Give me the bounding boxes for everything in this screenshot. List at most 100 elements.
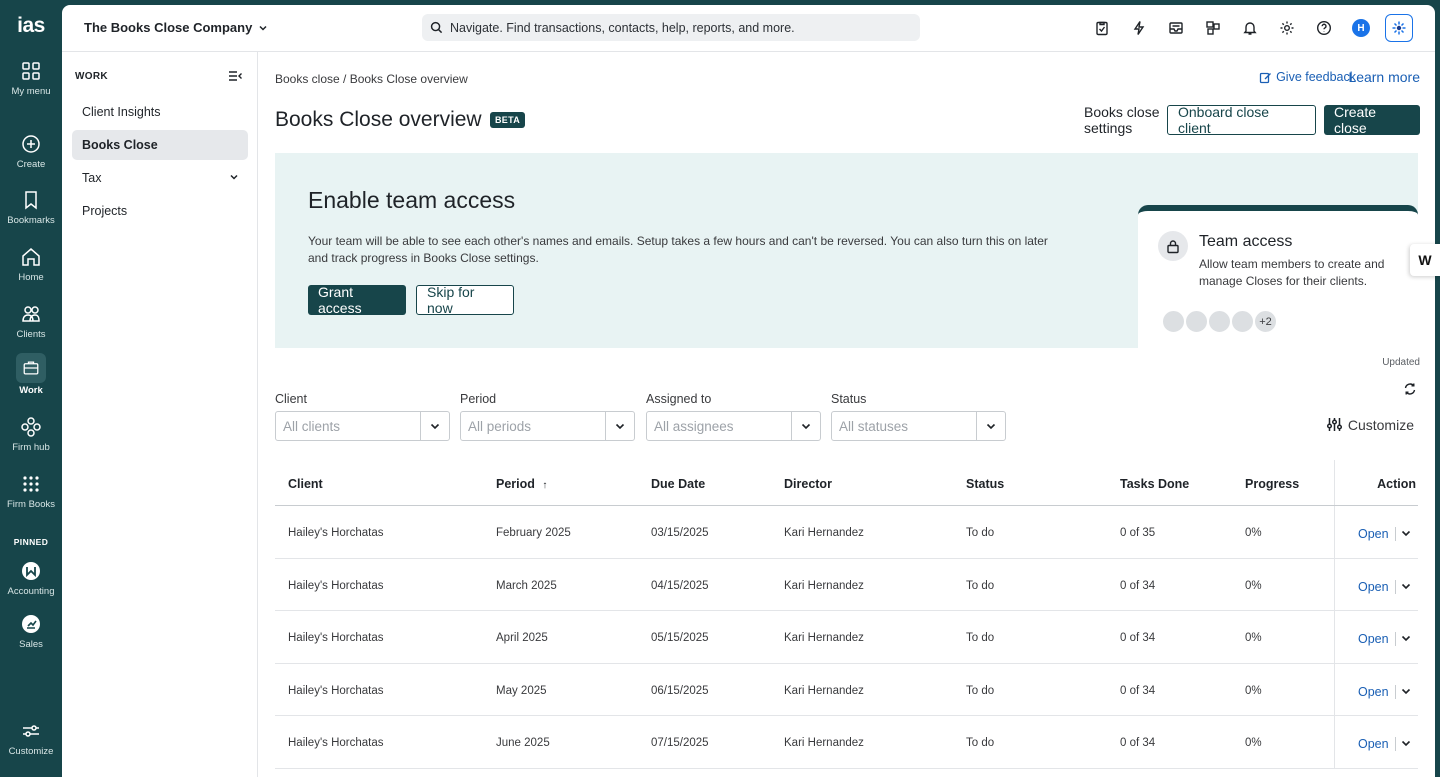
collapse-nav-button[interactable] <box>228 69 243 88</box>
table-row[interactable]: Hailey's Horchatas May 2025 06/15/2025 Kari… <box>275 663 1418 716</box>
rail-item-my-menu[interactable]: My menu <box>0 58 62 97</box>
assigned-filter-select[interactable]: All assignees <box>646 411 821 441</box>
user-avatar[interactable]: H <box>1348 15 1374 41</box>
briefcase-icon <box>23 361 39 375</box>
row-menu-button[interactable] <box>1400 685 1412 700</box>
dropdown-toggle[interactable] <box>420 412 449 440</box>
avatar <box>1161 309 1186 334</box>
table-row[interactable]: Hailey's Horchatas April 2025 05/15/2025 Ka… <box>275 611 1418 664</box>
lightning-button[interactable] <box>1126 15 1152 41</box>
cell-progress: 0% <box>1245 632 1262 644</box>
open-button[interactable]: Open <box>1358 685 1389 699</box>
apps-button[interactable] <box>1200 15 1226 41</box>
cell-status: To do <box>966 579 995 592</box>
cell-client: Hailey's Horchatas <box>288 527 384 539</box>
divider <box>1395 684 1396 699</box>
chevron-down-icon <box>1401 530 1411 537</box>
onboard-close-client-button[interactable]: Onboard close client <box>1167 104 1316 136</box>
create-close-button[interactable]: Create close <box>1324 104 1420 136</box>
app-logo[interactable]: ias <box>0 14 62 38</box>
notifications-button[interactable] <box>1237 15 1263 41</box>
skip-for-now-button[interactable]: Skip for now <box>416 284 514 316</box>
status-filter: Status All statuses <box>831 392 1006 441</box>
table-row[interactable]: Hailey's Horchatas March 2025 04/15/2025 Ka… <box>275 558 1418 611</box>
column-header-due-date[interactable]: Due Date <box>651 477 705 491</box>
breadcrumb[interactable]: Books close / Books Close overview <box>275 72 468 86</box>
settings-button[interactable] <box>1274 15 1300 41</box>
cell-director: Kari Hernandez <box>784 684 864 697</box>
row-menu-button[interactable] <box>1400 737 1412 752</box>
cell-period: March 2025 <box>496 579 557 592</box>
dropdown-toggle[interactable] <box>976 412 1005 440</box>
open-button[interactable]: Open <box>1358 737 1389 751</box>
lock-badge <box>1158 231 1188 261</box>
rail-item-firm-books[interactable]: Firm Books <box>0 471 62 510</box>
row-menu-button[interactable] <box>1400 527 1412 542</box>
grant-access-button[interactable]: Grant access <box>308 284 406 316</box>
subnav-item-projects[interactable]: Projects <box>72 196 248 226</box>
period-filter-select[interactable]: All periods <box>460 411 635 441</box>
action-cell: Open <box>1334 506 1418 558</box>
chevron-down-icon <box>986 423 996 430</box>
chevron-down-icon <box>1401 583 1411 589</box>
search-icon <box>430 21 443 34</box>
column-header-status[interactable]: Status <box>966 477 1004 491</box>
row-menu-button[interactable] <box>1400 580 1412 595</box>
help-button[interactable] <box>1311 15 1337 41</box>
rail-item-firm-hub[interactable]: Firm hub <box>0 414 62 453</box>
avatar <box>1184 309 1209 334</box>
rail-item-clients[interactable]: Clients <box>0 301 62 340</box>
rail-item-sales[interactable]: Sales <box>0 611 62 650</box>
table-row[interactable]: Hailey's Horchatas February 2025 03/15/202… <box>275 506 1418 559</box>
filter-placeholder: All statuses <box>839 418 909 434</box>
subnav-item-client-insights[interactable]: Client Insights <box>72 97 248 127</box>
inbox-button[interactable] <box>1163 15 1189 41</box>
lock-icon <box>1167 239 1179 253</box>
table-row[interactable]: Hailey's Horchatas June 2025 07/15/2025 Kar… <box>275 716 1418 769</box>
status-filter-select[interactable]: All statuses <box>831 411 1006 441</box>
side-widget-tab[interactable]: W <box>1410 244 1440 276</box>
open-button[interactable]: Open <box>1358 527 1389 541</box>
client-filter-select[interactable]: All clients <box>275 411 450 441</box>
search-bar[interactable]: Navigate. Find transactions, contacts, h… <box>422 14 920 41</box>
chevron-down-icon <box>430 423 440 430</box>
rail-label: Work <box>19 385 43 396</box>
pinned-heading: PINNED <box>13 537 49 547</box>
column-header-period[interactable]: Period ↑ <box>496 477 547 491</box>
chevron-down-icon <box>259 25 267 31</box>
refresh-button[interactable] <box>1403 382 1417 401</box>
column-header-client[interactable]: Client <box>288 477 323 491</box>
customize-button[interactable]: Customize <box>1326 416 1414 433</box>
dropdown-toggle[interactable] <box>791 412 820 440</box>
dropdown-toggle[interactable] <box>605 412 634 440</box>
rail-item-work[interactable]: Work <box>0 353 62 396</box>
subnav-item-books-close[interactable]: Books Close <box>72 130 248 160</box>
open-button[interactable]: Open <box>1358 580 1389 594</box>
learn-more-link[interactable]: Learn more <box>1348 69 1420 85</box>
subnav-label: Books Close <box>82 138 158 152</box>
clipboard-button[interactable] <box>1089 15 1115 41</box>
action-cell: Open <box>1334 558 1418 610</box>
rail-item-customize[interactable]: Customize <box>0 718 62 757</box>
column-header-progress[interactable]: Progress <box>1245 477 1299 491</box>
subnav-label: Tax <box>82 171 102 185</box>
subnav-label: Projects <box>82 204 128 218</box>
row-menu-button[interactable] <box>1400 632 1412 647</box>
give-feedback-link[interactable]: Give feedback <box>1259 70 1356 84</box>
closes-table: Client Period ↑ Due Date Director Status… <box>275 460 1418 769</box>
rail-item-home[interactable]: Home <box>0 244 62 283</box>
subnav-item-tax[interactable]: Tax <box>72 163 248 193</box>
company-switcher[interactable]: The Books Close Company <box>84 20 268 35</box>
rail-item-bookmarks[interactable]: Bookmarks <box>0 187 62 226</box>
cell-director: Kari Hernandez <box>784 737 864 749</box>
cell-tasks-done: 0 of 35 <box>1120 527 1156 539</box>
search-input[interactable]: Navigate. Find transactions, contacts, h… <box>450 21 795 35</box>
column-header-tasks-done[interactable]: Tasks Done <box>1120 477 1189 491</box>
column-header-director[interactable]: Director <box>784 477 832 491</box>
cell-client: Hailey's Horchatas <box>288 737 384 749</box>
open-button[interactable]: Open <box>1358 632 1389 646</box>
rail-item-accounting[interactable]: Accounting <box>0 558 62 597</box>
subnav-heading: WORK <box>75 71 108 82</box>
rail-item-create[interactable]: Create <box>0 131 62 170</box>
ai-assistant-button[interactable] <box>1385 14 1413 42</box>
